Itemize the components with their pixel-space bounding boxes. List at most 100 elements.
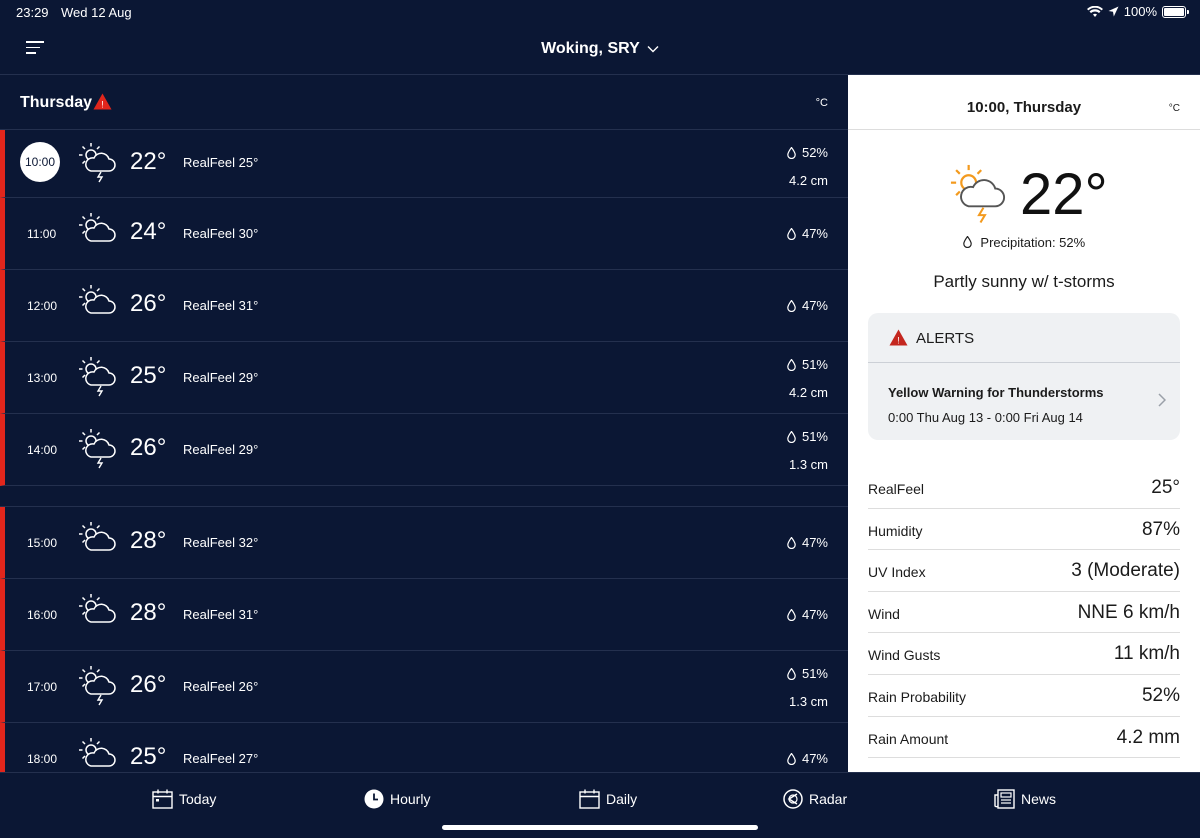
hour-amount: 4.2 cm — [788, 385, 828, 400]
alerts-header: ! ALERTS — [868, 313, 1180, 363]
detail-title: 10:00, Thursday — [848, 99, 1200, 116]
stat-row: Rain Probability 52% — [868, 675, 1180, 717]
hour-amount: 1.3 cm — [788, 694, 828, 709]
radar-icon — [783, 789, 803, 809]
home-indicator[interactable] — [442, 825, 758, 830]
hour-temp: 28° — [130, 599, 167, 626]
hour-label-selected: 10:00 — [20, 142, 60, 182]
stat-value: 4.2 mm — [1116, 726, 1180, 748]
alerts-card[interactable]: ! ALERTS Yellow Warning for Thunderstorm… — [868, 313, 1180, 440]
partly-sunny-icon — [78, 521, 116, 551]
hour-label: 14:00 — [27, 443, 58, 457]
stat-label: Rain Probability — [868, 688, 967, 705]
wifi-icon — [1086, 5, 1103, 17]
partly-sunny-tstorm-icon — [78, 665, 116, 706]
hour-row[interactable]: 18:00 25° RealFeel 27° 47% — [0, 723, 848, 772]
status-bar: 23:29 Wed 12 Aug 100% — [0, 0, 1200, 24]
alerts-title: ALERTS — [916, 330, 975, 347]
hour-row[interactable]: 15:00 28° RealFeel 32° 47% — [0, 507, 848, 579]
tab-label: Today — [179, 791, 217, 807]
hour-realfeel: RealFeel 29° — [183, 442, 259, 457]
hour-detail-panel[interactable]: 10:00, Thursday °C 22° Precipitation: 52… — [848, 75, 1200, 772]
alert-name[interactable]: Yellow Warning for Thunderstorms — [888, 385, 1103, 400]
hour-temp: 26° — [130, 290, 167, 317]
stat-label: Rain Amount — [868, 730, 949, 747]
partly-sunny-tstorm-icon — [78, 356, 116, 397]
hour-precip-value: 51% — [801, 357, 828, 372]
hour-row[interactable]: 11:00 24° RealFeel 30° 47% — [0, 198, 848, 270]
location-name: Woking, SRY — [541, 40, 640, 57]
stat-label: Wind — [868, 605, 900, 622]
day-name: Thursday — [20, 94, 93, 111]
hour-label: 13:00 — [27, 371, 58, 385]
detail-unit[interactable]: °C — [1169, 103, 1180, 114]
hour-label: 15:00 — [27, 536, 58, 550]
hour-precip: 51% — [787, 429, 828, 444]
battery-percent: 100% — [1123, 4, 1157, 19]
stat-label: UV Index — [868, 564, 926, 581]
temp-unit[interactable]: °C — [816, 97, 828, 109]
stat-value: 11 km/h — [1113, 643, 1180, 665]
raindrop-icon — [787, 667, 796, 680]
hour-realfeel: RealFeel 27° — [183, 751, 259, 766]
detail-stats: RealFeel 25° Humidity 87% UV Index 3 (Moder… — [868, 467, 1180, 759]
stat-label: RealFeel — [868, 481, 925, 497]
chevron-down-icon — [647, 46, 659, 53]
hour-temp: 25° — [130, 362, 167, 389]
stat-value: 52% — [1141, 684, 1180, 706]
stat-value: 87% — [1141, 518, 1180, 540]
stat-row: UV Index 3 (Moderate) — [868, 550, 1180, 592]
tab-daily[interactable]: Daily — [579, 789, 637, 809]
clock-icon — [364, 789, 384, 809]
stat-label: Humidity — [868, 522, 923, 539]
tab-radar[interactable]: Radar — [783, 789, 847, 809]
tab-label: Hourly — [390, 791, 431, 807]
hour-precip-value: 51% — [801, 666, 828, 681]
hour-precip: 47% — [787, 298, 828, 313]
hour-realfeel: RealFeel 29° — [183, 370, 259, 385]
hour-realfeel: RealFeel 25° — [183, 155, 259, 170]
hourly-list[interactable]: Thursday ! °C 10:00 22° RealFeel 25° 52%… — [0, 75, 848, 772]
stat-row: Rain Amount 4.2 mm — [868, 717, 1180, 759]
chevron-right-icon[interactable] — [1158, 393, 1166, 407]
detail-header: 10:00, Thursday °C — [848, 75, 1200, 130]
detail-time: 10:00, — [966, 99, 1010, 116]
hour-temp: 26° — [130, 671, 167, 698]
tab-label: Radar — [809, 791, 848, 807]
hour-precip: 47% — [787, 607, 828, 622]
tab-hourly[interactable]: Hourly — [364, 789, 430, 809]
detail-day: Thursday — [1013, 99, 1082, 116]
hour-row[interactable]: 10:00 22° RealFeel 25° 52% 4.2 cm — [0, 130, 848, 198]
hour-label: 17:00 — [27, 680, 58, 694]
hour-temp: 28° — [130, 527, 167, 554]
hour-realfeel: RealFeel 30° — [183, 226, 259, 241]
warning-icon[interactable]: ! — [93, 93, 112, 110]
hour-temp: 26° — [130, 434, 167, 461]
hour-row[interactable]: 16:00 28° RealFeel 31° 47% — [0, 579, 848, 651]
raindrop-icon — [787, 608, 796, 621]
partly-sunny-icon — [78, 737, 116, 767]
hour-row[interactable]: 17:00 26° RealFeel 26° 51% 1.3 cm — [0, 651, 848, 723]
raindrop-icon — [787, 430, 796, 443]
location-selector[interactable]: Woking, SRY — [0, 40, 1200, 58]
alert-time: 0:00 Thu Aug 13 - 0:00 Fri Aug 14 — [888, 410, 1083, 425]
status-date: Wed 12 Aug — [61, 5, 132, 20]
tab-today[interactable]: Today — [152, 789, 216, 809]
app-header: Woking, SRY — [0, 24, 1200, 75]
svg-text:!: ! — [101, 100, 104, 110]
hour-precip: 47% — [787, 226, 828, 241]
svg-text:!: ! — [897, 336, 900, 346]
hour-precip: 51% — [787, 357, 828, 372]
hour-precip: 52% — [787, 145, 828, 160]
partly-sunny-icon — [78, 212, 116, 242]
hour-row[interactable]: 14:00 26° RealFeel 29° 51% 1.3 cm — [0, 414, 848, 486]
hour-row[interactable]: 12:00 26° RealFeel 31° 47% — [0, 270, 848, 342]
calendar-icon — [152, 789, 173, 809]
hour-label: 18:00 — [27, 752, 58, 766]
detail-precip: Precipitation: 52% — [848, 235, 1200, 250]
stat-row: Wind Gusts 11 km/h — [868, 633, 1180, 675]
tab-label: News — [1021, 791, 1057, 807]
battery-icon — [1162, 5, 1189, 18]
hour-row[interactable]: 13:00 25° RealFeel 29° 51% 4.2 cm — [0, 342, 848, 414]
tab-news[interactable]: News — [994, 789, 1056, 809]
